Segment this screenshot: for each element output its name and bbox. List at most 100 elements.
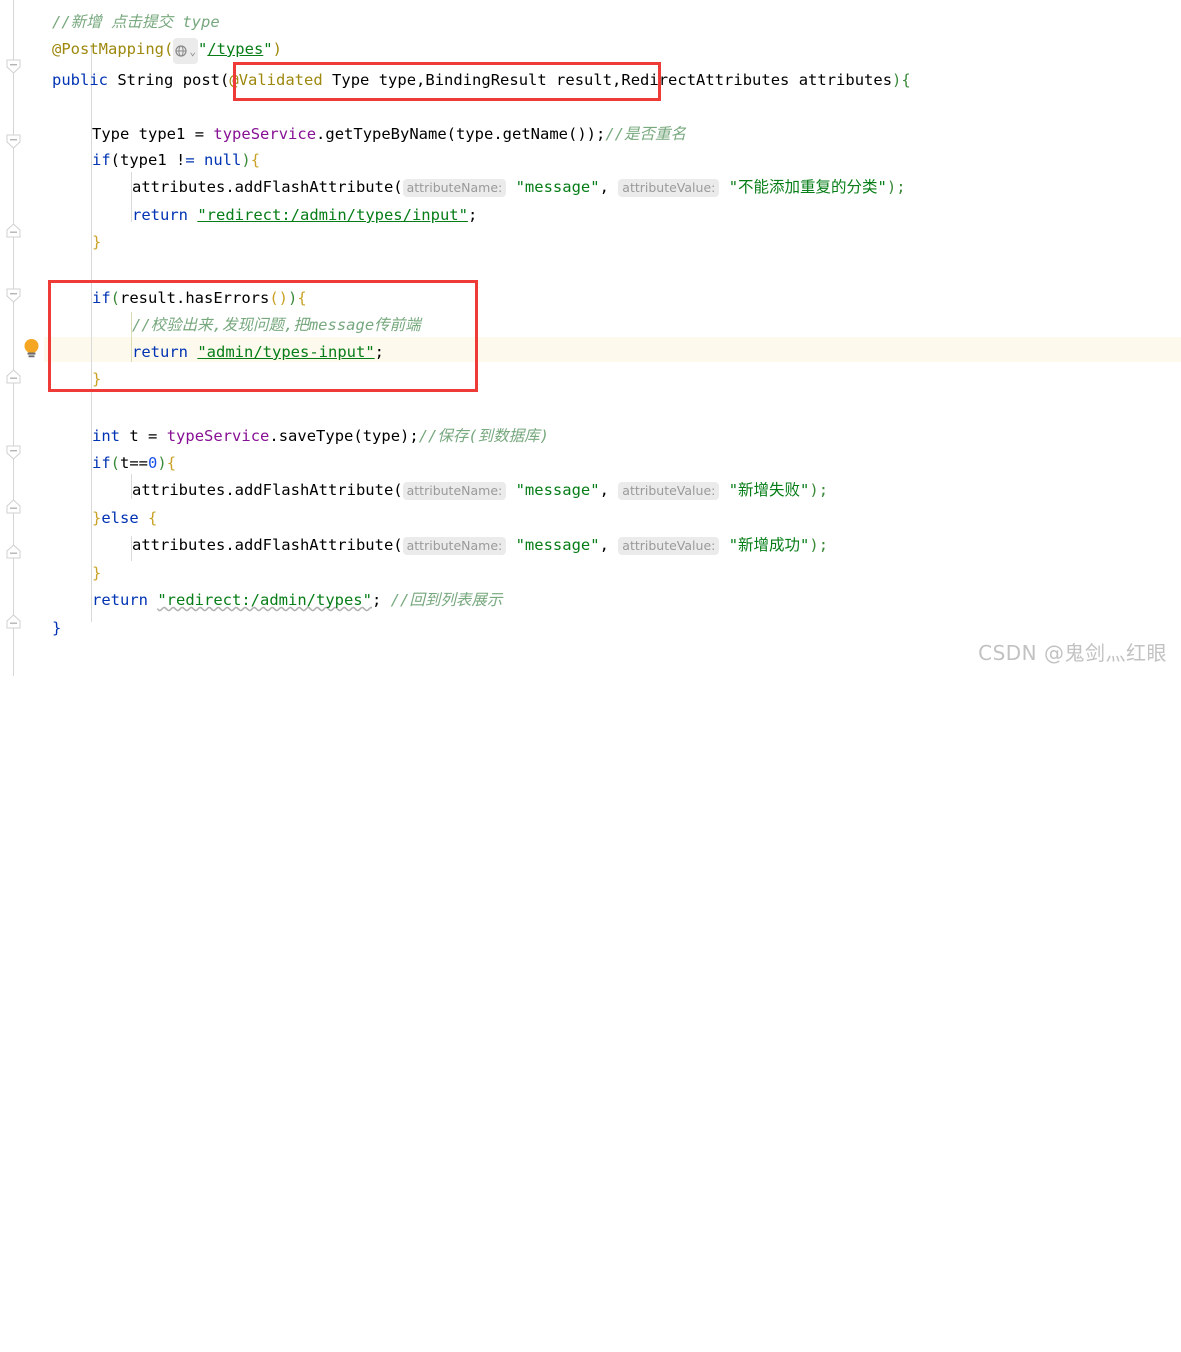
code-line-return-types-input[interactable]: return "admin/types-input"; <box>0 340 1181 365</box>
code-line-if-type1-null[interactable]: if(type1 != null){ <box>0 148 1181 173</box>
comment-text: //校验出来,发现问题,把message传前端 <box>132 316 421 334</box>
flash-attribute-call: attributes.addFlashAttribute(attributeNa… <box>132 533 828 558</box>
close-brace: } <box>92 370 102 388</box>
var-type: Type <box>92 125 130 143</box>
code-line-flash-fail[interactable]: attributes.addFlashAttribute(attributeNa… <box>0 478 1181 503</box>
return-statement: return "redirect:/admin/types/input"; <box>132 203 477 228</box>
if-statement: if(type1 != null){ <box>92 151 261 169</box>
open-paren: ( <box>220 71 230 89</box>
modifier-public: public <box>52 71 108 89</box>
arg-message: "message" <box>515 178 600 196</box>
call-expression: attributes.addFlashAttribute( <box>132 481 403 499</box>
get-type-statement: Type type1 = typeService.getTypeByName(t… <box>92 122 686 147</box>
param3-type: RedirectAttributes <box>621 71 790 89</box>
quote-open: " <box>197 40 208 58</box>
inline-comment: //是否重名 <box>605 125 686 143</box>
code-editor[interactable]: //新增 点击提交 type @PostMapping(⌄ "/types") p… <box>0 0 1181 676</box>
call-expression: attributes.addFlashAttribute( <box>132 178 403 196</box>
inlay-hint-attribute-value: attributeValue: <box>618 179 720 197</box>
equals: = <box>148 427 158 445</box>
return-type: String <box>117 71 174 89</box>
semicolon: ; <box>467 206 478 224</box>
comma: , <box>416 71 426 89</box>
code-line-close-brace[interactable]: } <box>0 230 1181 255</box>
code-line-if-t-zero[interactable]: if(t==0){ <box>0 451 1181 476</box>
code-line-close-brace[interactable]: } <box>0 561 1181 586</box>
equals: = <box>194 125 205 143</box>
return-statement: return "admin/types-input"; <box>132 340 384 365</box>
var-name: type1 <box>138 125 186 143</box>
code-line-return-redirect-types[interactable]: return "redirect:/admin/types"; //回到列表展示 <box>0 588 1181 613</box>
param1-name: type <box>378 71 417 89</box>
annotation-name: @PostMapping <box>52 40 164 58</box>
type-int: int <box>92 427 120 445</box>
inlay-hint-attribute-name: attributeName: <box>402 537 507 555</box>
mapping-url[interactable]: /types <box>207 40 263 58</box>
code-line-flash-duplicate[interactable]: attributes.addFlashAttribute(attributeNa… <box>0 175 1181 200</box>
code-line-comment-validation[interactable]: //校验出来,发现问题,把message传前端 <box>0 313 1181 338</box>
call-tail: ); <box>809 536 829 554</box>
keyword-return: return <box>92 591 148 609</box>
semicolon: ; <box>371 591 382 609</box>
chevron-down-icon[interactable]: ⌄ <box>189 45 196 58</box>
quote-close: " <box>263 40 273 58</box>
method-call: .saveType(type); <box>269 427 419 445</box>
postmapping-annotation-line: @PostMapping(⌄ "/types") <box>52 37 282 64</box>
comma: , <box>599 536 609 554</box>
keyword-return: return <box>132 343 188 361</box>
code-line-return-redirect-input[interactable]: return "redirect:/admin/types/input"; <box>0 203 1181 228</box>
flash-attribute-call: attributes.addFlashAttribute(attributeNa… <box>132 175 906 200</box>
arg-value: "新增成功" <box>728 536 810 554</box>
open-brace: { <box>901 71 911 89</box>
code-line-get-type-by-name[interactable]: Type type1 = typeService.getTypeByName(t… <box>0 122 1181 147</box>
arg-message: "message" <box>515 481 600 499</box>
service-field: typeService <box>213 125 317 143</box>
code-line-else[interactable]: }else { <box>0 506 1181 531</box>
validated-annotation: @Validated <box>229 71 323 89</box>
code-line-method-signature[interactable]: public String post(@Validated Type type,… <box>0 68 1181 93</box>
keyword-return: return <box>132 206 188 224</box>
code-line-postmapping[interactable]: @PostMapping(⌄ "/types") <box>0 37 1181 64</box>
inlay-hint-attribute-name: attributeName: <box>402 179 507 197</box>
close-brace: } <box>92 564 102 582</box>
method-name: post <box>182 71 221 89</box>
inlay-hint-attribute-value: attributeValue: <box>618 482 720 500</box>
comma: , <box>599 481 609 499</box>
return-statement: return "redirect:/admin/types"; //回到列表展示 <box>92 588 502 613</box>
return-string: "redirect:/admin/types" <box>157 591 372 609</box>
open-paren: ( <box>163 40 174 58</box>
return-string: "redirect:/admin/types/input" <box>197 206 468 224</box>
arg-message: "message" <box>515 536 600 554</box>
code-line-close-brace[interactable]: } <box>0 367 1181 392</box>
code-content[interactable]: //新增 点击提交 type @PostMapping(⌄ "/types") p… <box>0 0 1181 676</box>
call-expression: attributes.addFlashAttribute( <box>132 536 403 554</box>
method-call: .getTypeByName(type.getName()); <box>316 125 606 143</box>
inlay-hint-attribute-name: attributeName: <box>402 482 507 500</box>
csdn-watermark: CSDN @鬼剑灬红眼 <box>978 641 1167 665</box>
code-line-save-type[interactable]: int t = typeService.saveType(type);//保存(… <box>0 424 1181 449</box>
call-tail: ); <box>886 178 906 196</box>
service-field: typeService <box>166 427 270 445</box>
close-brace: } <box>92 233 102 251</box>
comma: , <box>612 71 622 89</box>
inlay-hint-attribute-value: attributeValue: <box>618 537 720 555</box>
var-name: t <box>129 427 139 445</box>
param2-type: BindingResult <box>425 71 547 89</box>
method-signature: public String post(@Validated Type type,… <box>52 68 911 93</box>
close-brace: } <box>52 619 62 637</box>
else-statement: }else { <box>92 509 158 527</box>
globe-mapping-icon[interactable]: ⌄ <box>173 38 198 64</box>
code-line-if-has-errors[interactable]: if(result.hasErrors()){ <box>0 286 1181 311</box>
code-line-comment-new[interactable]: //新增 点击提交 type <box>0 10 1181 35</box>
call-tail: ); <box>809 481 829 499</box>
param2-name: result <box>556 71 613 89</box>
arg-value: "新增失败" <box>728 481 810 499</box>
return-string: "admin/types-input" <box>197 343 375 361</box>
if-t-statement: if(t==0){ <box>92 454 177 472</box>
semicolon: ; <box>374 343 384 361</box>
code-line-flash-success[interactable]: attributes.addFlashAttribute(attributeNa… <box>0 533 1181 558</box>
param1-type: Type <box>332 71 370 89</box>
flash-attribute-call: attributes.addFlashAttribute(attributeNa… <box>132 478 828 503</box>
inline-comment: //回到列表展示 <box>390 591 503 609</box>
comment-text: //新增 点击提交 type <box>52 13 220 31</box>
